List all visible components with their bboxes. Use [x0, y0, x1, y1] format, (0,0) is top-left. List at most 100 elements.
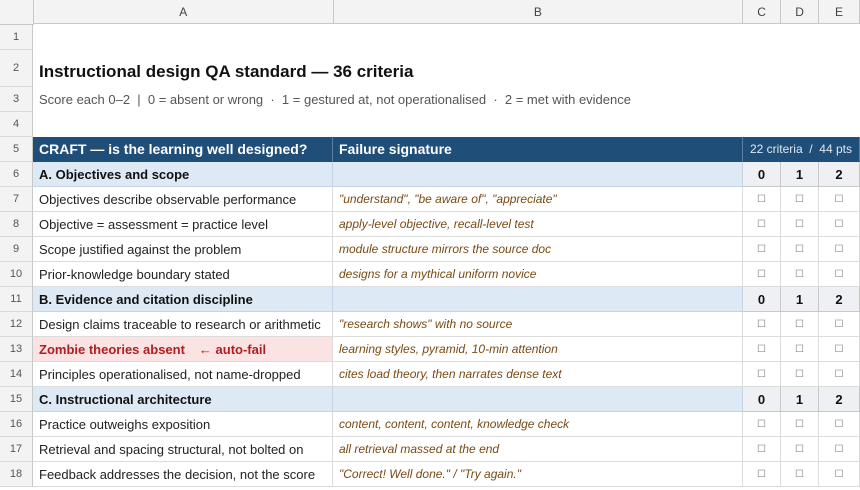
score-checkbox-0[interactable]: ☐	[743, 412, 781, 437]
score-checkbox-2[interactable]: ☐	[819, 187, 860, 212]
failure-signature[interactable]: "Correct! Well done." / "Try again."	[333, 462, 743, 487]
row-number[interactable]: 2	[0, 50, 33, 87]
column-header-c[interactable]: C	[743, 0, 782, 24]
column-header-d[interactable]: D	[781, 0, 820, 24]
row-number[interactable]: 15	[0, 387, 33, 412]
criterion-name[interactable]: Design claims traceable to research or a…	[33, 312, 333, 337]
failure-signature[interactable]: apply-level objective, recall-level test	[333, 212, 743, 237]
row-number[interactable]: 9	[0, 237, 33, 262]
row-number[interactable]: 7	[0, 187, 33, 212]
score-checkbox-0[interactable]: ☐	[743, 462, 781, 487]
row-number[interactable]: 14	[0, 362, 33, 387]
score-checkbox-0[interactable]: ☐	[743, 262, 781, 287]
score-header-2[interactable]: 2	[819, 287, 860, 312]
score-checkbox-0[interactable]: ☐	[743, 187, 781, 212]
score-header-1[interactable]: 1	[781, 287, 819, 312]
criterion-name[interactable]: Retrieval and spacing structural, not bo…	[33, 437, 333, 462]
score-checkbox-2[interactable]: ☐	[819, 212, 860, 237]
sheet-row: 3 Score each 0–2 | 0 = absent or wrong ·…	[0, 87, 860, 112]
score-header-2[interactable]: 2	[819, 162, 860, 187]
score-checkbox-2[interactable]: ☐	[819, 237, 860, 262]
row-number[interactable]: 12	[0, 312, 33, 337]
score-checkbox-2[interactable]: ☐	[819, 337, 860, 362]
score-checkbox-0[interactable]: ☐	[743, 312, 781, 337]
select-all-corner[interactable]	[0, 0, 34, 25]
score-checkbox-2[interactable]: ☐	[819, 437, 860, 462]
criterion-name[interactable]: Prior-knowledge boundary stated	[33, 262, 333, 287]
failure-signature[interactable]: all retrieval massed at the end	[333, 437, 743, 462]
score-checkbox-1[interactable]: ☐	[781, 337, 819, 362]
score-header-0[interactable]: 0	[743, 287, 781, 312]
failure-signature[interactable]: "understand", "be aware of", "appreciate…	[333, 187, 743, 212]
section-title[interactable]: A. Objectives and scope	[33, 162, 333, 187]
empty-cell[interactable]	[33, 112, 860, 137]
row-number[interactable]: 11	[0, 287, 33, 312]
score-header-1[interactable]: 1	[781, 162, 819, 187]
score-checkbox-1[interactable]: ☐	[781, 437, 819, 462]
row-number[interactable]: 6	[0, 162, 33, 187]
score-header-0[interactable]: 0	[743, 162, 781, 187]
score-header-2[interactable]: 2	[819, 387, 860, 412]
page-title[interactable]: Instructional design QA standard — 36 cr…	[33, 50, 860, 87]
score-checkbox-1[interactable]: ☐	[781, 187, 819, 212]
column-header-b[interactable]: B	[333, 0, 744, 24]
column-header-e[interactable]: E	[819, 0, 860, 24]
score-checkbox-0[interactable]: ☐	[743, 337, 781, 362]
section-title[interactable]: C. Instructional architecture	[33, 387, 333, 412]
score-checkbox-2[interactable]: ☐	[819, 462, 860, 487]
column-header-row: A B C D E	[0, 0, 860, 25]
failure-signature[interactable]: "research shows" with no source	[333, 312, 743, 337]
row-number[interactable]: 8	[0, 212, 33, 237]
band-label[interactable]: CRAFT — is the learning well designed?	[33, 137, 333, 162]
score-checkbox-1[interactable]: ☐	[781, 312, 819, 337]
criterion-name[interactable]: Feedback addresses the decision, not the…	[33, 462, 333, 487]
score-checkbox-2[interactable]: ☐	[819, 362, 860, 387]
score-checkbox-1[interactable]: ☐	[781, 462, 819, 487]
page-subtitle[interactable]: Score each 0–2 | 0 = absent or wrong · 1…	[33, 87, 860, 112]
row-number[interactable]: 5	[0, 137, 33, 162]
criterion-name[interactable]: Principles operationalised, not name-dro…	[33, 362, 333, 387]
row-number[interactable]: 1	[0, 25, 33, 50]
criterion-name[interactable]: Scope justified against the problem	[33, 237, 333, 262]
criterion-name[interactable]: Objectives describe observable performan…	[33, 187, 333, 212]
score-checkbox-1[interactable]: ☐	[781, 412, 819, 437]
score-checkbox-0[interactable]: ☐	[743, 437, 781, 462]
row-number[interactable]: 10	[0, 262, 33, 287]
failure-signature[interactable]: designs for a mythical uniform novice	[333, 262, 743, 287]
empty-cell[interactable]	[333, 287, 743, 312]
row-number[interactable]: 18	[0, 462, 33, 487]
column-header-a[interactable]: A	[33, 0, 334, 24]
score-checkbox-2[interactable]: ☐	[819, 412, 860, 437]
score-checkbox-0[interactable]: ☐	[743, 237, 781, 262]
score-checkbox-2[interactable]: ☐	[819, 312, 860, 337]
criterion-name-autofail[interactable]: Zombie theories absent ← auto-fail	[33, 337, 333, 362]
empty-cell[interactable]	[333, 162, 743, 187]
score-header-0[interactable]: 0	[743, 387, 781, 412]
signature-column-header[interactable]: Failure signature	[333, 137, 743, 162]
failure-signature[interactable]: module structure mirrors the source doc	[333, 237, 743, 262]
criterion-name[interactable]: Practice outweighs exposition	[33, 412, 333, 437]
criterion-name[interactable]: Objective = assessment = practice level	[33, 212, 333, 237]
row-number[interactable]: 3	[0, 87, 33, 112]
row-number[interactable]: 13	[0, 337, 33, 362]
failure-signature[interactable]: cites load theory, then narrates dense t…	[333, 362, 743, 387]
criteria-count[interactable]: 22 criteria / 44 pts	[743, 137, 860, 162]
row-number[interactable]: 4	[0, 112, 33, 137]
failure-signature[interactable]: learning styles, pyramid, 10-min attenti…	[333, 337, 743, 362]
criterion-label: Zombie theories absent	[39, 341, 185, 357]
section-title[interactable]: B. Evidence and citation discipline	[33, 287, 333, 312]
score-header-1[interactable]: 1	[781, 387, 819, 412]
score-checkbox-2[interactable]: ☐	[819, 262, 860, 287]
score-checkbox-1[interactable]: ☐	[781, 362, 819, 387]
score-checkbox-0[interactable]: ☐	[743, 362, 781, 387]
failure-signature[interactable]: content, content, content, knowledge che…	[333, 412, 743, 437]
score-checkbox-0[interactable]: ☐	[743, 212, 781, 237]
criterion-row: 14 Principles operationalised, not name-d…	[0, 362, 860, 387]
empty-cell[interactable]	[333, 387, 743, 412]
score-checkbox-1[interactable]: ☐	[781, 262, 819, 287]
score-checkbox-1[interactable]: ☐	[781, 237, 819, 262]
row-number[interactable]: 16	[0, 412, 33, 437]
empty-cell[interactable]	[33, 25, 860, 50]
score-checkbox-1[interactable]: ☐	[781, 212, 819, 237]
row-number[interactable]: 17	[0, 437, 33, 462]
